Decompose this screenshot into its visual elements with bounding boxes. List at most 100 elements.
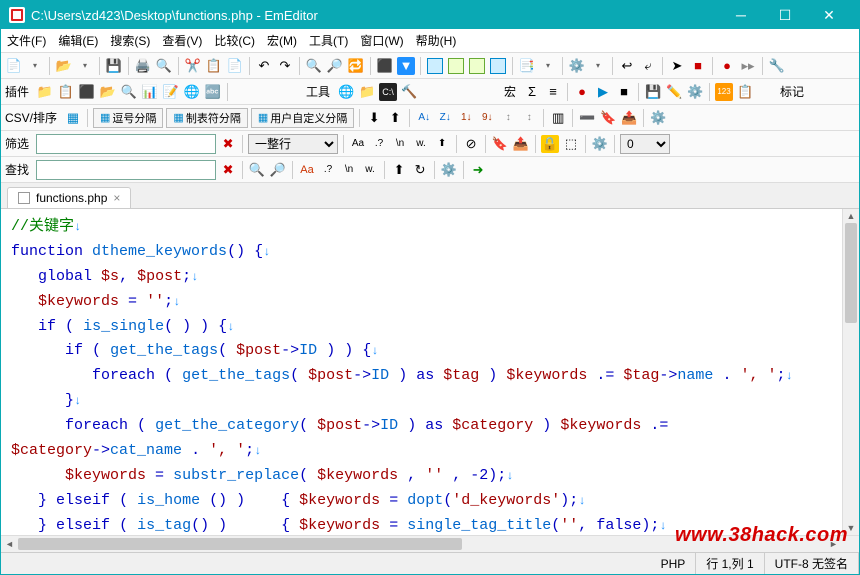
plugin-1-icon[interactable]: 📁 xyxy=(36,83,54,101)
filter-regex-icon[interactable]: .? xyxy=(370,135,388,153)
plugin-5-icon[interactable]: 🔍 xyxy=(120,83,138,101)
explorer-icon[interactable]: 📁 xyxy=(358,83,376,101)
bookmark-icon[interactable]: 📑 xyxy=(518,57,536,75)
dropdown-icon[interactable]: ▾ xyxy=(26,57,44,75)
macro-ref-icon[interactable]: 123 xyxy=(715,83,733,101)
macro-play-icon[interactable]: ▶ xyxy=(594,83,612,101)
scroll-left-icon[interactable]: ◄ xyxy=(1,536,18,552)
menu-file[interactable]: 文件(F) xyxy=(7,32,46,49)
copy-icon[interactable]: 📋 xyxy=(205,57,223,75)
split-icon[interactable] xyxy=(447,57,465,75)
close-button[interactable]: ✕ xyxy=(807,1,851,29)
find-case-icon[interactable]: Aa xyxy=(298,161,316,179)
macro-edit-icon[interactable]: ✏️ xyxy=(665,83,683,101)
cut-icon[interactable]: ✂️ xyxy=(184,57,202,75)
filter-input[interactable] xyxy=(36,134,216,154)
print-icon[interactable]: 🖨️ xyxy=(134,57,152,75)
csv-tool-2-icon[interactable]: ⬆ xyxy=(386,109,404,127)
cmd-icon[interactable]: C:\ xyxy=(379,83,397,101)
save-icon[interactable]: 💾 xyxy=(105,57,123,75)
filter-bookmark-icon[interactable]: 🔖 xyxy=(491,135,509,153)
filter-neg-icon[interactable]: ⊘ xyxy=(462,135,480,153)
wrap-window-icon[interactable]: ⤶ xyxy=(639,57,657,75)
sigma-icon[interactable]: Σ xyxy=(523,83,541,101)
plugin-6-icon[interactable]: 📊 xyxy=(141,83,159,101)
find-input[interactable] xyxy=(36,160,216,180)
wrap-icon[interactable]: ↩ xyxy=(618,57,636,75)
menu-window[interactable]: 窗口(W) xyxy=(360,32,403,49)
sort-len1-icon[interactable]: ↕ xyxy=(499,109,517,127)
filter-count-select[interactable]: 0 xyxy=(620,134,670,154)
csv-col-icon[interactable]: ▥ xyxy=(549,109,567,127)
filter-case-icon[interactable]: Aa xyxy=(349,135,367,153)
open-icon[interactable]: 📂 xyxy=(55,57,73,75)
sort-za-icon[interactable]: Z↓ xyxy=(436,109,454,127)
filter-clear-icon[interactable]: ✖ xyxy=(219,135,237,153)
play-icon[interactable]: ▸▸ xyxy=(739,57,757,75)
filter-scope-select[interactable]: 一整行 xyxy=(248,134,338,154)
find-esc-icon[interactable]: \n xyxy=(340,161,358,179)
find-inc-icon[interactable]: ⬆ xyxy=(390,161,408,179)
window-icon[interactable] xyxy=(426,57,444,75)
plugin-8-icon[interactable]: 🌐 xyxy=(183,83,201,101)
replace-icon[interactable]: 🔁 xyxy=(347,57,365,75)
find-regex-icon[interactable]: .? xyxy=(319,161,337,179)
menu-search[interactable]: 搜索(S) xyxy=(110,32,150,49)
plugin-7-icon[interactable]: 📝 xyxy=(162,83,180,101)
find-next-icon[interactable]: 🔎 xyxy=(269,161,287,179)
find-clear-icon[interactable]: ✖ xyxy=(219,161,237,179)
macro-stop-icon[interactable]: ■ xyxy=(615,83,633,101)
filter-icon[interactable]: ▼ xyxy=(397,57,415,75)
find-word-icon[interactable]: w. xyxy=(361,161,379,179)
comma-sep-button[interactable]: ▦ 逗号分隔 xyxy=(93,108,163,128)
maximize-button[interactable]: ☐ xyxy=(763,1,807,29)
scroll-up-icon[interactable]: ▲ xyxy=(843,209,859,223)
hscroll-thumb[interactable] xyxy=(18,538,462,550)
redo-icon[interactable]: ↷ xyxy=(276,57,294,75)
csv-extract-icon[interactable]: 📤 xyxy=(620,109,638,127)
print-preview-icon[interactable]: 🔍 xyxy=(155,57,173,75)
plugin-9-icon[interactable]: 🔤 xyxy=(204,83,222,101)
macro-save-icon[interactable]: 💾 xyxy=(644,83,662,101)
filter-lock-icon[interactable]: 🔒 xyxy=(541,135,559,153)
ie-icon[interactable]: 🌐 xyxy=(337,83,355,101)
plugin-2-icon[interactable]: 📋 xyxy=(57,83,75,101)
plugin-3-icon[interactable]: ⬛ xyxy=(78,83,96,101)
macro-list-icon[interactable]: ≡ xyxy=(544,83,562,101)
dropdown-icon[interactable]: ▾ xyxy=(539,57,557,75)
scroll-right-icon[interactable]: ► xyxy=(825,536,842,552)
menu-tools[interactable]: 工具(T) xyxy=(309,32,348,49)
config-icon[interactable]: ⚙️ xyxy=(568,57,586,75)
tab-sep-button[interactable]: ▦ 制表符分隔 xyxy=(166,108,247,128)
filter-block-icon[interactable]: ⬚ xyxy=(562,135,580,153)
macro-rec-icon[interactable]: ● xyxy=(573,83,591,101)
dropdown-icon[interactable]: ▾ xyxy=(76,57,94,75)
macro-custom-icon[interactable]: 📋 xyxy=(736,83,754,101)
cascade-icon[interactable] xyxy=(489,57,507,75)
find-wrap-icon[interactable]: ↻ xyxy=(411,161,429,179)
dropdown-icon[interactable]: ▾ xyxy=(589,57,607,75)
code-area[interactable]: //关键字↓ function dtheme_keywords() {↓ glo… xyxy=(1,209,842,535)
filter-word-icon[interactable]: w. xyxy=(412,135,430,153)
find-icon[interactable]: 🔍 xyxy=(305,57,323,75)
tile-icon[interactable] xyxy=(468,57,486,75)
csv-del-icon[interactable]: ➖ xyxy=(578,109,596,127)
menu-edit[interactable]: 编辑(E) xyxy=(58,32,98,49)
user-sep-button[interactable]: ▦ 用户自定义分隔 xyxy=(251,108,354,128)
tool-icon[interactable]: 🔧 xyxy=(768,57,786,75)
plugin-4-icon[interactable]: 📂 xyxy=(99,83,117,101)
stop-icon[interactable]: ■ xyxy=(689,57,707,75)
csv-tool-1-icon[interactable]: ⬇ xyxy=(365,109,383,127)
scroll-thumb[interactable] xyxy=(845,223,857,323)
sort-len2-icon[interactable]: ↕ xyxy=(520,109,538,127)
sort-91-icon[interactable]: 9↓ xyxy=(478,109,496,127)
find-close-icon[interactable]: ➜ xyxy=(469,161,487,179)
menu-compare[interactable]: 比较(C) xyxy=(214,32,255,49)
tab-close-icon[interactable]: × xyxy=(113,191,120,205)
arrow-icon[interactable]: ➤ xyxy=(668,57,686,75)
sort-19-icon[interactable]: 1↓ xyxy=(457,109,475,127)
filter-adv-icon[interactable]: ⚙️ xyxy=(591,135,609,153)
menu-macro[interactable]: 宏(M) xyxy=(267,32,297,49)
new-icon[interactable]: 📄 xyxy=(5,57,23,75)
csv-opt-icon[interactable]: ⚙️ xyxy=(649,109,667,127)
